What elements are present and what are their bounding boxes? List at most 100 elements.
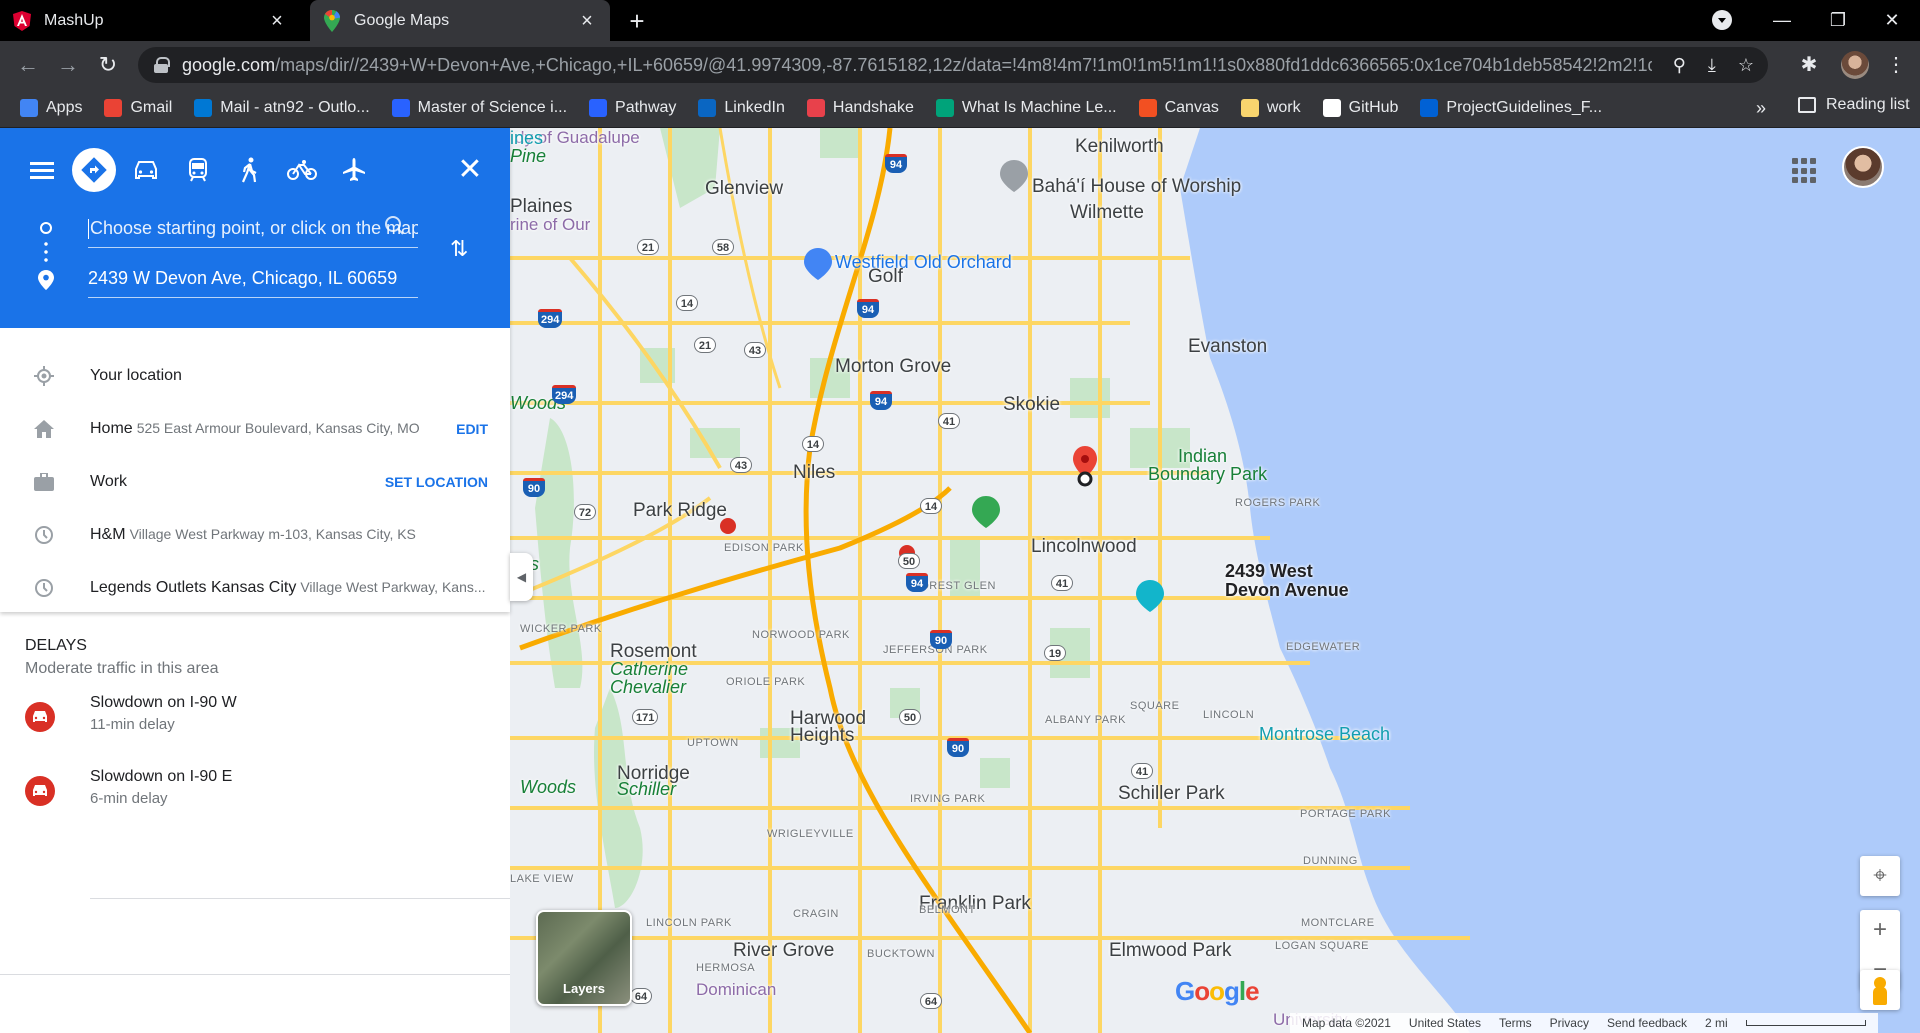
- map-place-label[interactable]: UPTOWN: [687, 737, 739, 749]
- bookmark-item[interactable]: Pathway: [589, 98, 676, 117]
- map-place-label[interactable]: DUNNING: [1303, 855, 1358, 867]
- map-place-label[interactable]: LAKE VIEW: [510, 873, 574, 885]
- delay-item[interactable]: Slowdown on I-90 W 11-min delay: [0, 680, 510, 754]
- map-place-label[interactable]: ORIOLE PARK: [726, 676, 805, 688]
- tab-mashup[interactable]: MashUp ×: [0, 0, 300, 41]
- map-place-label[interactable]: Kenilworth: [1075, 136, 1164, 158]
- destination-marker[interactable]: [1073, 446, 1097, 487]
- map-place-label[interactable]: BUCKTOWN: [867, 948, 935, 960]
- map-place-label[interactable]: LINCOLN PARK: [646, 917, 732, 929]
- car-icon[interactable]: [124, 148, 168, 192]
- map-place-label[interactable]: Boundary Park: [1148, 464, 1267, 485]
- chrome-menu-icon[interactable]: ⋮: [1880, 49, 1912, 81]
- map-place-label[interactable]: River Grove: [733, 940, 834, 962]
- restore-icon[interactable]: ❐: [1810, 0, 1866, 41]
- map-place-label[interactable]: Glenview: [705, 178, 783, 200]
- layers-button[interactable]: Layers: [536, 910, 632, 1006]
- google-apps-icon[interactable]: [1792, 158, 1818, 184]
- map-place-label[interactable]: Westfield Old Orchard: [835, 252, 1012, 273]
- bookmark-item[interactable]: work: [1240, 98, 1301, 117]
- bookmark-item[interactable]: Gmail: [104, 98, 172, 117]
- map-place-label[interactable]: IRVING PARK: [910, 793, 985, 805]
- destination-input[interactable]: 2439 W Devon Ave, Chicago, IL 60659: [88, 258, 418, 298]
- search-icon[interactable]: [385, 216, 405, 236]
- map-place-label[interactable]: LOGAN SQUARE: [1275, 940, 1369, 952]
- map-place-label[interactable]: BELMONT: [919, 904, 976, 916]
- map-place-label[interactable]: Pine: [510, 146, 546, 167]
- map-place-label[interactable]: PORTAGE PARK: [1300, 808, 1391, 820]
- my-location-button[interactable]: ⌖: [1860, 856, 1900, 896]
- bookmark-item[interactable]: ProjectGuidelines_F...: [1420, 98, 1602, 117]
- map-place-label[interactable]: Elmwood Park: [1109, 940, 1232, 962]
- map-place-label[interactable]: WRIGLEYVILLE: [767, 828, 854, 840]
- bookmark-item[interactable]: Mail - atn92 - Outlo...: [194, 98, 370, 117]
- zoom-in-button[interactable]: +: [1860, 910, 1900, 950]
- map-place-label[interactable]: MONTCLARE: [1301, 917, 1375, 929]
- map-place-label[interactable]: NORWOOD PARK: [752, 629, 850, 641]
- map-place-label[interactable]: SQUARE: [1130, 700, 1179, 712]
- extensions-puzzle-icon[interactable]: ✱: [1793, 49, 1825, 81]
- map-place-label[interactable]: Golf: [868, 266, 903, 288]
- privacy-link[interactable]: Privacy: [1550, 1016, 1589, 1030]
- map-place-label[interactable]: Skokie: [1003, 394, 1060, 416]
- edit-home-button[interactable]: EDIT: [456, 421, 488, 437]
- bookmark-item[interactable]: Handshake: [806, 98, 914, 117]
- map-place-label[interactable]: Chevalier: [610, 677, 686, 698]
- back-arrow-icon[interactable]: ←: [12, 49, 44, 81]
- account-avatar[interactable]: [1842, 146, 1884, 188]
- tab-search-icon[interactable]: [1712, 10, 1732, 30]
- map-place-label[interactable]: ROGERS PARK: [1235, 497, 1320, 509]
- transit-icon[interactable]: [176, 148, 220, 192]
- flight-icon[interactable]: [332, 148, 376, 192]
- close-tab-icon[interactable]: ×: [266, 10, 288, 32]
- reload-icon[interactable]: ↻: [92, 49, 124, 81]
- map-place-label[interactable]: CRAGIN: [793, 908, 839, 920]
- forward-arrow-icon[interactable]: →: [52, 49, 84, 81]
- map-place-label[interactable]: WICKER PARK: [520, 623, 602, 635]
- street-view-pegman-icon[interactable]: [1860, 970, 1900, 1010]
- address-bar[interactable]: google.com/maps/dir//2439+W+Devon+Ave,+C…: [138, 47, 1768, 83]
- collapse-panel-button[interactable]: ◀: [510, 553, 533, 601]
- map-place-label[interactable]: EDGEWATER: [1286, 641, 1360, 653]
- bookmark-star-icon[interactable]: ☆: [1738, 55, 1754, 76]
- saved-place-item[interactable]: Work SET LOCATION: [0, 456, 510, 508]
- close-window-icon[interactable]: ✕: [1864, 0, 1920, 41]
- starting-point-input[interactable]: Choose starting point, or click on the m…: [88, 208, 418, 248]
- map-place-label[interactable]: LINCOLN: [1203, 709, 1254, 721]
- bookmark-item[interactable]: GitHub: [1322, 98, 1398, 117]
- map-place-label[interactable]: rine of Our: [510, 215, 590, 235]
- scale-label[interactable]: 2 mi: [1705, 1016, 1728, 1030]
- map-place-label[interactable]: HERMOSA: [696, 962, 755, 974]
- map-place-label[interactable]: Morton Grove: [835, 356, 951, 378]
- bookmark-item[interactable]: Master of Science i...: [391, 98, 567, 117]
- map-place-label[interactable]: Wilmette: [1070, 202, 1144, 224]
- map-place-label[interactable]: Heights: [790, 725, 854, 747]
- map-place-label[interactable]: ines: [510, 128, 543, 149]
- map-canvas[interactable]: Kenilworth Bahá'í House of Worship Wilmett…: [510, 128, 1920, 1033]
- reading-list-button[interactable]: Reading list: [1798, 96, 1910, 114]
- directions-mode-icon[interactable]: [72, 148, 116, 192]
- map-place-label[interactable]: Schiller: [617, 779, 676, 800]
- saved-place-item[interactable]: H&M Village West Parkway m-103, Kansas Ci…: [0, 509, 510, 561]
- map-place-label[interactable]: ALBANY PARK: [1045, 714, 1126, 726]
- region-link[interactable]: United States: [1409, 1016, 1481, 1030]
- set-work-location-button[interactable]: SET LOCATION: [385, 474, 488, 490]
- map-place-label[interactable]: EDISON PARK: [724, 542, 804, 554]
- map-place-label[interactable]: Evanston: [1188, 336, 1267, 358]
- map-place-label[interactable]: Schiller Park: [1118, 783, 1225, 805]
- bookmark-item[interactable]: Canvas: [1138, 98, 1219, 117]
- map-place-label[interactable]: Park Ridge: [633, 500, 727, 522]
- new-tab-button[interactable]: +: [622, 6, 652, 36]
- close-directions-button[interactable]: ✕: [448, 148, 492, 192]
- install-icon[interactable]: ⤓: [1708, 55, 1716, 76]
- map-place-label[interactable]: Woods: [520, 777, 576, 798]
- location-pin-icon[interactable]: ⚲: [1673, 55, 1686, 76]
- map-place-label[interactable]: Dominican: [696, 980, 776, 1000]
- delay-item[interactable]: Slowdown on I-90 E 6-min delay: [0, 754, 510, 828]
- minimize-icon[interactable]: —: [1754, 0, 1810, 41]
- close-tab-icon[interactable]: ×: [576, 10, 598, 32]
- bookmark-item[interactable]: LinkedIn: [698, 98, 785, 117]
- map-place-label[interactable]: Niles: [793, 462, 835, 484]
- url-text[interactable]: google.com/maps/dir//2439+W+Devon+Ave,+C…: [182, 55, 1652, 76]
- map-place-label[interactable]: Lincolnwood: [1031, 536, 1137, 558]
